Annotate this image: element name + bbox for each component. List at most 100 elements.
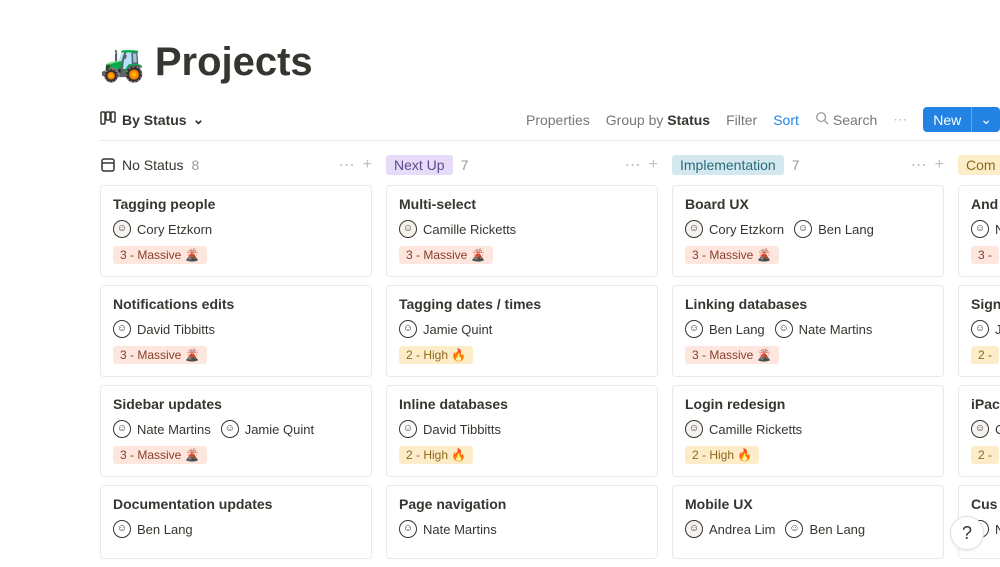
back-icon[interactable]: ‹ [102,0,120,1]
priority-badge: 3 - Massive 🌋 [685,346,779,364]
column-status-tag[interactable]: Next Up [386,155,453,175]
avatar: ☺ [113,420,131,438]
person-name: Ben Lang [818,222,874,237]
card[interactable]: Notifications edits☺David Tibbitts3 - Ma… [100,285,372,377]
column-status-tag[interactable]: Implementation [672,155,784,175]
priority-badge: 2 - High 🔥 [685,446,759,464]
search-input[interactable]: Search [815,111,877,128]
card-title: Linking databases [685,296,931,312]
card[interactable]: Tagging people☺Cory Etzkorn3 - Massive 🌋 [100,185,372,277]
card[interactable]: iPac☺C2 - [958,385,1000,477]
card[interactable]: Tagging dates / times☺Jamie Quint2 - Hig… [386,285,658,377]
card-people: ☺Nate Martins [399,520,645,538]
person-name: Camille Ricketts [423,222,516,237]
person: ☺Camille Ricketts [685,420,802,438]
person: ☺Camille Ricketts [399,220,516,238]
card[interactable]: Board UX☺Cory Etzkorn☺Ben Lang3 - Massiv… [672,185,944,277]
avatar: ☺ [971,220,989,238]
person-name: Andrea Lim [709,522,775,537]
topbar-left: ☰ ‹ › 🛠️ Product & Eng / 🚜 Projects [12,0,358,2]
card-people: ☺Ben Lang☺Nate Martins [685,320,931,338]
avatar: ☺ [399,520,417,538]
card[interactable]: Multi-select☺Camille Ricketts3 - Massive… [386,185,658,277]
card-people: ☺Jamie Quint [399,320,645,338]
column-more-icon[interactable]: ⋯ [339,155,355,175]
page-title-text[interactable]: Projects [155,40,313,85]
card-title: Tagging people [113,196,359,212]
card-title: Mobile UX [685,496,931,512]
avatar: ☺ [113,320,131,338]
properties-button[interactable]: Properties [526,112,590,128]
filter-button[interactable]: Filter [726,112,757,128]
column-count: 7 [792,157,800,173]
avatar: ☺ [685,420,703,438]
sidebar-toggle-icon[interactable]: ☰ [76,0,94,2]
person-name: N [995,522,1000,537]
card[interactable]: Login redesign☺Camille Ricketts2 - High … [672,385,944,477]
person: ☺ Jamie Quint [221,420,314,438]
column-no_status: No Status8⋯+Tagging people☺Cory Etzkorn3… [100,155,372,567]
column-status-tag[interactable]: Com [958,155,1000,175]
column-header: No Status8⋯+ [100,155,372,175]
column-header: Next Up7⋯+ [386,155,658,175]
card[interactable]: Sidebar updates ☺ Nate Martins ☺ Jamie Quint… [100,385,372,477]
card[interactable]: Documentation updates☺Ben Lang [100,485,372,559]
avatar: ☺ [399,420,417,438]
group-by-button[interactable]: Group by Status [606,112,710,128]
search-placeholder: Search [833,112,877,128]
help-button[interactable]: ? [950,516,984,550]
column-add-icon[interactable]: + [935,156,944,174]
view-switcher[interactable]: By Status ⌄ [100,110,204,129]
card[interactable]: Sign☺J2 - [958,285,1000,377]
person-name: J [995,322,1000,337]
card-title: iPac [971,396,1000,412]
avatar: ☺ [221,420,239,438]
person-name: Nate Martins [137,422,211,437]
card[interactable]: Page navigation☺Nate Martins [386,485,658,559]
forward-icon[interactable]: › [128,0,146,1]
column-add-icon[interactable]: + [649,156,658,174]
person-name: Jamie Quint [245,422,314,437]
board-icon [100,110,116,129]
chevron-down-icon: ⌄ [193,111,205,128]
person: ☺Andrea Lim [685,520,775,538]
card-people: ☺Andrea Lim☺Ben Lang [685,520,931,538]
column-more-icon[interactable]: ⋯ [625,155,641,175]
card[interactable]: Mobile UX☺Andrea Lim☺Ben Lang [672,485,944,559]
new-button-caret[interactable]: ⌄ [971,107,1000,132]
person: ☺Ben Lang [794,220,874,238]
breadcrumb-icon-1: 🚜 [284,0,301,1]
more-icon[interactable]: ⋯ [893,111,907,128]
breadcrumb[interactable]: 🛠️ Product & Eng / 🚜 Projects [154,0,358,1]
column-more-icon[interactable]: ⋯ [911,155,927,175]
card-people: ☺Camille Ricketts [399,220,645,238]
person-name: Cory Etzkorn [137,222,212,237]
card[interactable]: And☺N3 - [958,185,1000,277]
card-title: Sidebar updates [113,396,359,412]
new-button[interactable]: New ⌄ [923,107,1000,132]
avatar: ☺ [785,520,803,538]
card-people: ☺C [971,420,1000,438]
person: ☺N [971,220,1000,238]
priority-badge: 2 - High 🔥 [399,446,473,464]
person-name: Ben Lang [709,322,765,337]
column-add-icon[interactable]: + [363,156,372,174]
avatar: ☺ [113,220,131,238]
card-title: Board UX [685,196,931,212]
column-header: Implementation 7 ⋯ + [672,155,944,175]
column-label[interactable]: No Status [100,157,183,173]
card[interactable]: Linking databases ☺Ben Lang☺Nate Martins 3… [672,285,944,377]
card-title: Cus [971,496,1000,512]
sort-button[interactable]: Sort [773,112,799,128]
person-name: Jamie Quint [423,322,492,337]
card-title: And [971,196,1000,212]
toolbar-right: Properties Group by Status Filter Sort S… [526,107,1000,132]
person: ☺Cory Etzkorn [685,220,784,238]
person-name: N [995,222,1000,237]
column-complete: Com⋯+And☺N3 -Sign☺J2 -iPac☺C2 -Cus☺N [958,155,1000,567]
page-icon[interactable]: 🚜 [100,42,145,84]
person-name: C [995,422,1000,437]
person: ☺Ben Lang [113,520,193,538]
card[interactable]: Inline databases☺David Tibbitts2 - High … [386,385,658,477]
person-name: David Tibbitts [137,322,215,337]
